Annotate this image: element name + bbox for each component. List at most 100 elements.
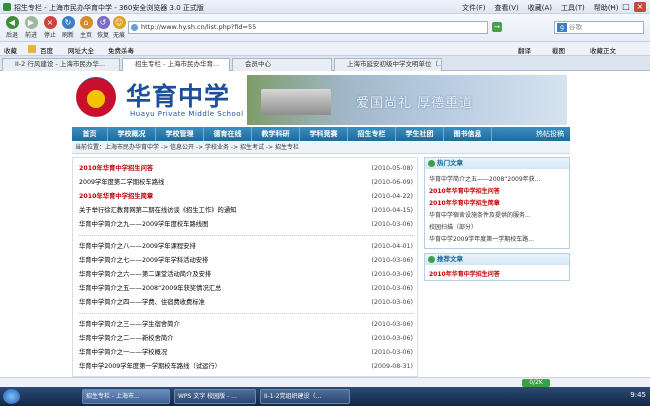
news-title[interactable]: 2010年华育中学招生问答 — [79, 164, 153, 174]
address-bar[interactable]: http://www.hy.sh.cn/list.php?fid=55 — [128, 21, 488, 34]
news-title[interactable]: 华育中学简介之四——学费、住宿费收费标准 — [79, 298, 205, 308]
news-title[interactable]: 华育中学简介之九——2009学年度校车路线图 — [79, 220, 208, 230]
nav-admissions[interactable]: 招生专栏 — [348, 127, 396, 141]
task-browser[interactable]: 招生专栏 - 上海市... — [82, 389, 170, 404]
news-date: (2010-03-06) — [371, 285, 413, 292]
hot-article-link[interactable]: 2010年华育中学招生简章 — [429, 198, 500, 207]
news-row[interactable]: 华育中学简介之三——学生宿舍简介 (2010-03-06) — [79, 320, 413, 330]
news-row[interactable]: 华育中学2009学年度第一学期校车路线（试运行） (2009-08-31) — [79, 362, 413, 372]
hot-article-link[interactable]: 华育中学2009学年度第一学期校车路... — [429, 234, 534, 243]
news-row[interactable]: 华育中学简介之六——第二课堂活动简介及安排 (2010-03-06) — [79, 270, 413, 280]
school-name-cn: 华育中学 — [126, 82, 231, 111]
news-title[interactable]: 华育中学简介之七——2009学年学科活动安排 — [79, 256, 208, 266]
save-page-button[interactable]: 收藏正文 — [590, 45, 616, 55]
refresh-button[interactable]: ↻ 刷新 — [58, 15, 78, 41]
close-icon[interactable]: × — [634, 2, 646, 12]
nav-home[interactable]: 首页 — [72, 127, 108, 141]
forward-arrow-icon: ▶ — [24, 16, 38, 29]
news-title[interactable]: 华育中学简介之一——学校概况 — [79, 348, 167, 358]
news-title[interactable]: 华育中学简介之八——2009学年课程安排 — [79, 242, 196, 252]
news-date: (2010-03-06) — [371, 257, 413, 264]
task-wps[interactable]: WPS 文字 校园版 - ... — [174, 389, 256, 404]
menu-file[interactable]: 文件(F) — [462, 3, 486, 13]
menu-favorites[interactable]: 收藏(A) — [528, 3, 552, 13]
fav-collection[interactable]: 收藏 — [4, 45, 17, 55]
nav-toolbar: ◀ 后退 ▶ 前进 × 停止 ↻ 刷新 ⌂ 主页 ↺ 恢复 ☺ 无痕 http://www.h… — [0, 14, 650, 42]
news-date: (2010-03-06) — [371, 271, 413, 278]
news-row[interactable]: 华育中学简介之一——学校概况 (2010-03-06) — [79, 348, 413, 358]
nav-moral-education[interactable]: 德育在线 — [204, 127, 252, 141]
incognito-button[interactable]: ☺ 无痕 — [109, 15, 129, 41]
hot-article-link[interactable]: 校园扫描（部分） — [429, 222, 477, 231]
sidebar: 热门文章 华育中学简介之五——2008“2009年获... 2010年华育中学招生… — [424, 157, 570, 377]
recommended-article-link[interactable]: 2010年华育中学招生问答 — [429, 269, 500, 278]
search-input[interactable]: g 谷歌 — [554, 21, 644, 34]
task-document[interactable]: II-1-2党组织建设（... — [260, 389, 350, 404]
news-date: (2010-03-06) — [371, 299, 413, 306]
news-row[interactable]: 关于举行徐汇教育网第二期在线访谈《招生工作》的通知 (2010-04-15) — [79, 206, 413, 216]
recommended-box: 推荐文章 2010年华育中学招生问答 — [424, 253, 570, 281]
taskbar: 招生专栏 - 上海市... WPS 文字 校园版 - ... II-1-2党组织… — [0, 387, 650, 406]
stop-button[interactable]: × 停止 — [40, 15, 60, 41]
stop-icon: × — [43, 16, 57, 29]
nav-student-clubs[interactable]: 学生社团 — [396, 127, 444, 141]
maximize-icon[interactable]: □ — [620, 2, 632, 12]
fav-site-directory[interactable]: 网址大全 — [68, 45, 94, 55]
news-title[interactable]: 华育中学简介之五——2008“2009年获奖情况汇总 — [79, 284, 221, 294]
news-row[interactable]: 华育中学简介之四——学费、住宿费收费标准 (2010-03-06) — [79, 298, 413, 308]
news-row[interactable]: 华育中学简介之七——2009学年学科活动安排 (2010-03-06) — [79, 256, 413, 266]
start-button[interactable] — [3, 389, 20, 404]
news-row[interactable]: 华育中学简介之九——2009学年度校车路线图 (2010-03-06) — [79, 220, 413, 230]
news-row[interactable]: 2010年华育中学招生简章 (2010-04-22) — [79, 192, 413, 202]
news-row[interactable]: 2010年华育中学招生问答 (2010-05-08) — [79, 164, 413, 174]
news-date: (2010-04-22) — [371, 193, 413, 200]
search-placeholder: 谷歌 — [569, 23, 582, 31]
google-icon: g — [557, 23, 567, 32]
window-title: 招生专栏 - 上海市民办华育中学 - 360安全浏览器 3.0 正式版 — [14, 4, 204, 12]
tab-bar: II-2 行风建设 - 上海市民办华... 招生专栏 - 上海市民办华育... … — [0, 56, 650, 71]
clock: 9:45 — [630, 391, 646, 399]
news-row[interactable]: 2009学年度第二学期校车路线 (2010-06-09) — [79, 178, 413, 188]
nav-teaching-research[interactable]: 教学科研 — [252, 127, 300, 141]
hot-article-link[interactable]: 2010年华育中学招生问答 — [429, 186, 500, 195]
tab-yanan-school[interactable]: 上海市延安初级中学文明单位（... — [334, 58, 442, 71]
menu-view[interactable]: 查看(V) — [495, 3, 519, 13]
fav-free-antivirus[interactable]: 免费杀毒 — [108, 45, 134, 55]
menu-tools[interactable]: 工具(T) — [561, 3, 585, 13]
hot-article-link[interactable]: 华育中学简介之五——2008“2009年获... — [429, 174, 540, 183]
page-icon — [131, 24, 138, 31]
back-button[interactable]: ◀ 后退 — [2, 15, 22, 41]
minimize-icon[interactable]: – — [606, 2, 618, 12]
school-logo — [76, 77, 116, 117]
hot-article-link[interactable]: 华育中学宿舍设施条件及提供的服务... — [429, 210, 531, 219]
nav-library[interactable]: 图书信息 — [444, 127, 492, 141]
speed-indicator: 0/2K — [522, 379, 550, 387]
screenshot-button[interactable]: 截图 — [552, 45, 565, 55]
news-row[interactable]: 华育中学简介之二——新校舍简介 (2010-03-06) — [79, 334, 413, 344]
news-title[interactable]: 2010年华育中学招生简章 — [79, 192, 153, 202]
news-title[interactable]: 华育中学简介之六——第二课堂活动简介及安排 — [79, 270, 211, 280]
browser-logo-icon — [3, 3, 11, 11]
recommended-title: 推荐文章 — [425, 254, 569, 265]
news-title[interactable]: 华育中学2009学年度第一学期校车路线（试运行） — [79, 362, 221, 372]
nav-competitions[interactable]: 学科竞赛 — [300, 127, 348, 141]
nav-overview[interactable]: 学校概况 — [108, 127, 156, 141]
news-date: (2009-08-31) — [371, 363, 413, 370]
tab-conduct[interactable]: II-2 行风建设 - 上海市民办华... — [2, 58, 120, 71]
news-title[interactable]: 华育中学简介之三——学生宿舍简介 — [79, 320, 180, 330]
news-title[interactable]: 2009学年度第二学期校车路线 — [79, 178, 164, 188]
tab-member-center[interactable]: 会员中心 — [232, 58, 332, 71]
nav-management[interactable]: 学校管理 — [156, 127, 204, 141]
news-title[interactable]: 华育中学简介之二——新校舍简介 — [79, 334, 173, 344]
news-row[interactable]: 华育中学简介之五——2008“2009年获奖情况汇总 (2010-03-06) — [79, 284, 413, 294]
submit-post-link[interactable]: 热帖投稿 — [536, 127, 564, 141]
tab-admissions[interactable]: 招生专栏 - 上海市民办华育... — [122, 58, 230, 71]
forward-button[interactable]: ▶ 前进 — [21, 15, 41, 41]
status-bar: 0/2K — [0, 377, 650, 387]
translate-button[interactable]: 翻译 — [518, 45, 531, 55]
news-row[interactable]: 华育中学简介之八——2009学年课程安排 (2010-04-01) — [79, 242, 413, 252]
news-title[interactable]: 关于举行徐汇教育网第二期在线访谈《招生工作》的通知 — [79, 206, 236, 216]
hot-articles-box: 热门文章 华育中学简介之五——2008“2009年获... 2010年华育中学招生… — [424, 157, 570, 249]
fav-baidu[interactable]: 百度 — [40, 45, 53, 55]
go-arrow-icon[interactable]: → — [492, 22, 502, 32]
